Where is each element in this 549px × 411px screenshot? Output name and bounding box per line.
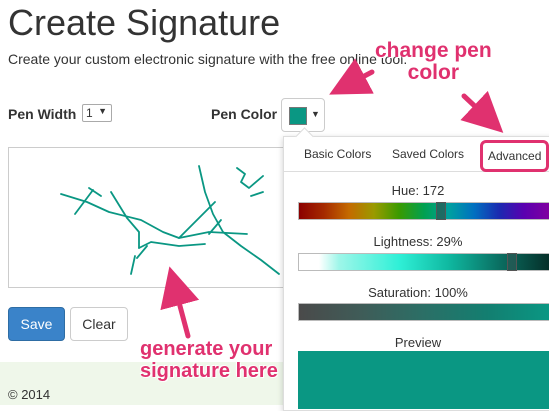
annotation-change-pen-color: change pen color: [375, 40, 492, 84]
arrow-to-pen-color: [329, 58, 375, 95]
arrow-to-advanced-tab: [460, 90, 504, 133]
annotation-generate-signature: generate your signature here: [140, 338, 278, 382]
annotation-pen-line1: change pen: [375, 39, 492, 62]
annotation-pen-line2: color: [407, 61, 460, 84]
annotation-sig-line2: signature here: [140, 360, 278, 382]
arrow-to-signature-area: [160, 266, 200, 339]
annotation-sig-line1: generate your: [140, 338, 273, 360]
